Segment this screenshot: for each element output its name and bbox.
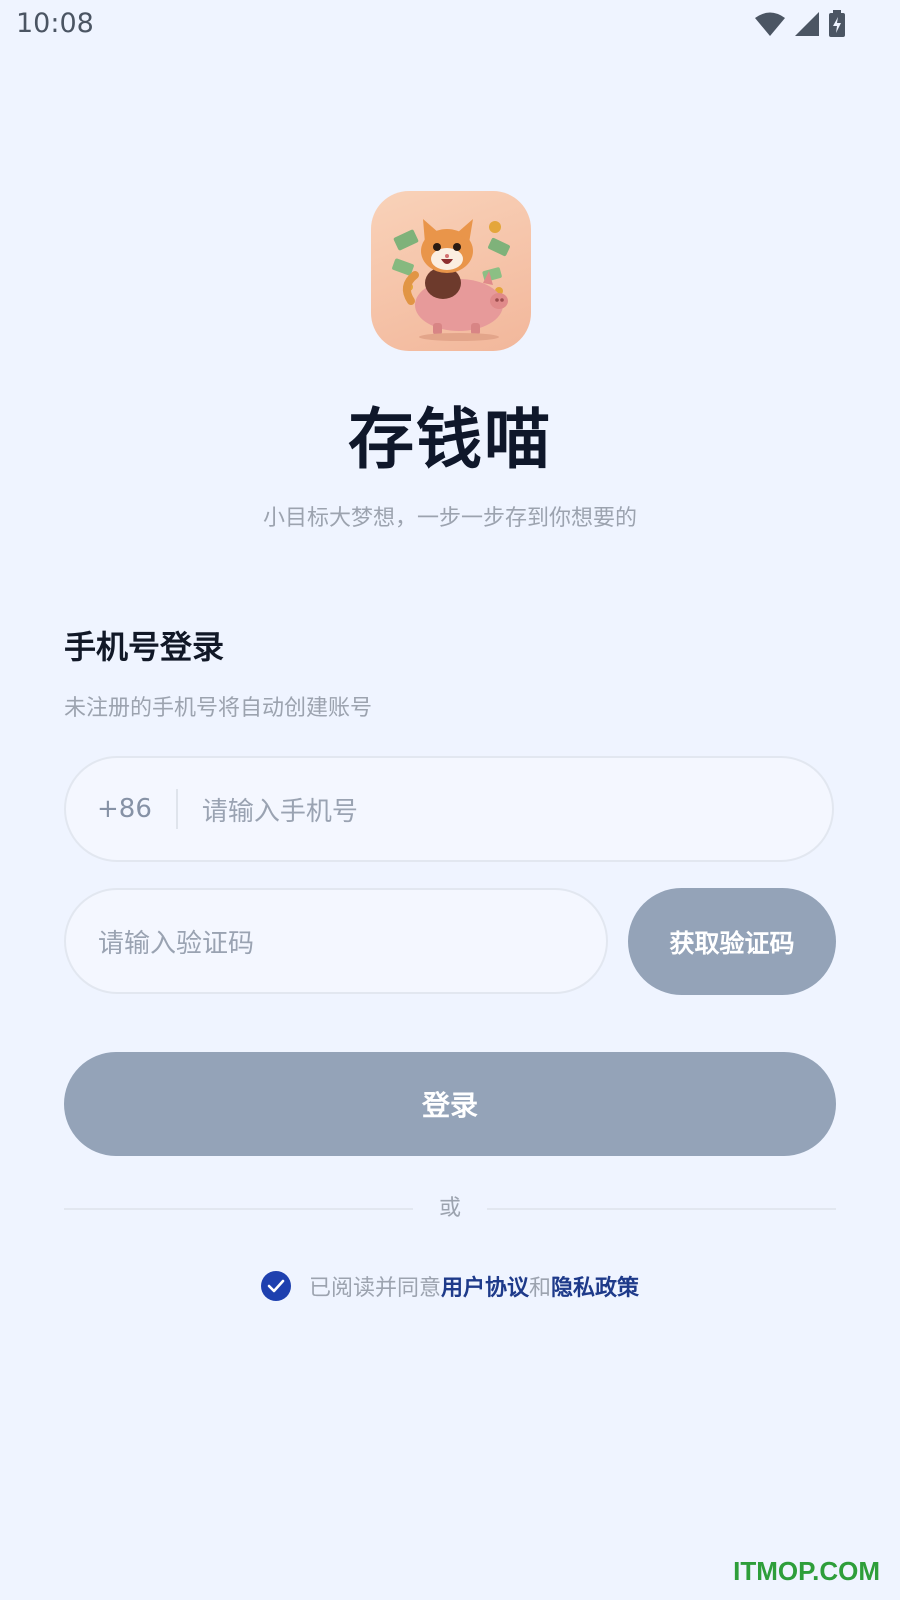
agreement-prefix: 已阅读并同意 xyxy=(308,1276,441,1301)
battery-charging-icon xyxy=(829,10,845,37)
status-icons xyxy=(754,10,846,38)
app-slogan: 小目标大梦想，一步一步存到你想要的 xyxy=(262,506,637,531)
verification-code-input[interactable]: 请输入验证码 xyxy=(64,888,608,994)
status-time: 10:08 xyxy=(16,8,94,39)
agreement-and: 和 xyxy=(529,1276,552,1301)
signal-icon xyxy=(795,12,819,36)
login-heading: 手机号登录 xyxy=(64,628,225,666)
app-title: 存钱喵 xyxy=(348,401,552,478)
phone-placeholder: 请输入手机号 xyxy=(201,796,358,827)
field-divider xyxy=(175,789,178,829)
or-label: 或 xyxy=(438,1196,461,1221)
app-logo xyxy=(371,191,531,351)
user-agreement-link[interactable]: 用户协议 xyxy=(441,1270,529,1302)
login-button[interactable]: 登录 xyxy=(64,1052,836,1156)
or-divider: 或 xyxy=(64,1190,836,1226)
divider-line-right xyxy=(487,1208,836,1210)
phone-input[interactable]: +86 请输入手机号 xyxy=(64,756,834,862)
login-hint: 未注册的手机号将自动创建账号 xyxy=(64,696,373,721)
watermark: ITMOP.COM xyxy=(733,1556,880,1586)
privacy-policy-link[interactable]: 隐私政策 xyxy=(551,1270,639,1302)
agreement-row: 已阅读并同意 用户协议 和 隐私政策 xyxy=(0,1270,900,1302)
status-bar: 10:08 xyxy=(0,0,900,50)
agreement-checkbox-icon[interactable] xyxy=(260,1271,291,1301)
get-code-button[interactable]: 获取验证码 xyxy=(628,888,836,995)
code-placeholder: 请输入验证码 xyxy=(98,928,255,959)
cat-piggy-bank-logo xyxy=(392,219,510,341)
wifi-icon xyxy=(755,12,785,36)
country-code[interactable]: +86 xyxy=(97,794,152,824)
